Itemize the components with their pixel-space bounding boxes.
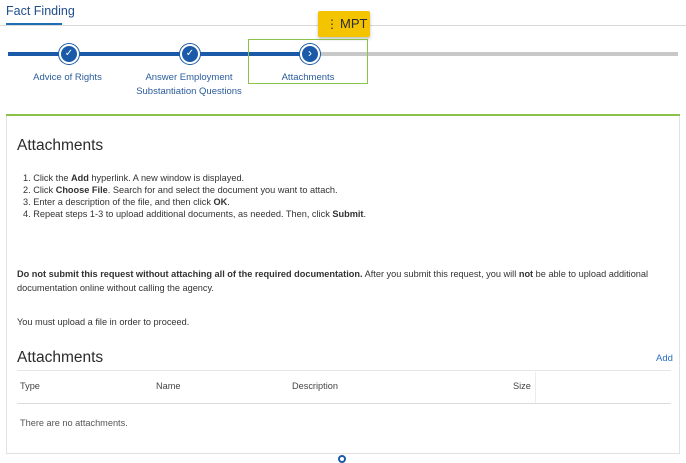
column-header-description[interactable]: Description: [292, 381, 338, 391]
column-header-size[interactable]: Size: [513, 381, 531, 391]
instruction-step: 1. Click the Add hyperlink. A new window…: [23, 173, 245, 183]
column-header-type[interactable]: Type: [20, 381, 40, 391]
step-label-attachments: Attachments: [281, 72, 335, 83]
check-icon: ✓: [180, 44, 200, 64]
instruction-step: 3. Enter a description of the file, and …: [23, 197, 230, 207]
empty-table-message: There are no attachments.: [20, 418, 128, 428]
instruction-step: 2. Click Choose File. Search for and sel…: [23, 185, 338, 195]
add-attachment-link[interactable]: Add: [656, 353, 673, 364]
chevron-right-icon: ›: [300, 44, 320, 64]
instruction-step: 4. Repeat steps 1-3 to upload additional…: [23, 209, 367, 219]
step-label-advice-of-rights: Advice of Rights: [33, 72, 102, 83]
page-title: Fact Finding: [6, 4, 75, 18]
instructions-heading: Attachments: [17, 137, 104, 154]
column-header-name[interactable]: Name: [156, 381, 181, 391]
mpt-label: MPT: [340, 16, 368, 31]
mpt-badge[interactable]: ⋮ MPT: [318, 11, 370, 37]
table-top-rule: [17, 370, 671, 371]
table-header-rule: [17, 403, 671, 404]
instructions-list: 1. Click the Add hyperlink. A new window…: [23, 172, 366, 220]
step-label-answer-employment: Answer Employment: [145, 72, 233, 83]
check-icon: ✓: [59, 44, 79, 64]
panel-bottom-rule: [6, 453, 680, 454]
progress-line-remaining: [318, 52, 678, 56]
more-vertical-icon: ⋮: [326, 17, 338, 31]
column-separator: [535, 372, 536, 403]
attachments-table-heading: Attachments: [17, 349, 104, 366]
upload-required-note: You must upload a file in order to proce…: [17, 317, 190, 327]
step-label-substantiation: Substantiation Questions: [136, 86, 242, 97]
loading-spinner-icon: [338, 455, 346, 463]
submission-warning: Do not submit this request without attac…: [17, 269, 649, 293]
